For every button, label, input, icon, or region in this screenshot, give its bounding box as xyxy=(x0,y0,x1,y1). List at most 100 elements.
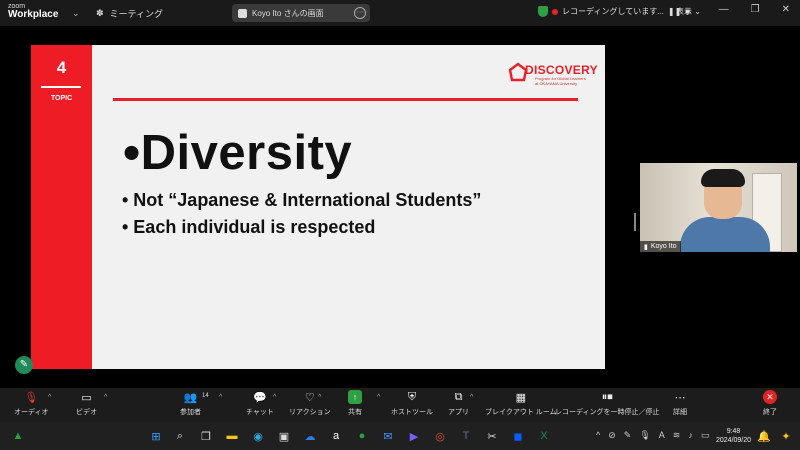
pen-icon[interactable]: ✎ xyxy=(624,430,632,441)
shared-screen-label: Koyo Ito さんの画面 xyxy=(252,8,324,18)
recording-control-button[interactable]: ⏸⏹ レコーディングを一時停止／停止 xyxy=(555,390,660,417)
store-icon[interactable]: ▣ xyxy=(276,428,292,444)
participants-caret-icon[interactable]: ^ xyxy=(219,394,222,401)
meeting-label: ミーティング xyxy=(109,9,164,19)
clock-date: 2024/09/20 xyxy=(716,437,752,444)
maximize-icon[interactable]: ❐ xyxy=(751,4,760,15)
share-screen-icon: ↑ xyxy=(348,390,362,404)
chat-button[interactable]: 💬 チャット xyxy=(246,390,274,417)
end-meeting-button[interactable]: ✕ 終了 xyxy=(763,390,777,417)
zoom-workplace-logo: zoom Workplace xyxy=(8,3,58,20)
more-options-icon[interactable]: ··· xyxy=(354,7,366,19)
end-x-icon: ✕ xyxy=(763,390,777,404)
share-caret-icon[interactable]: ^ xyxy=(377,394,380,401)
audio-caret-icon[interactable]: ^ xyxy=(48,394,51,401)
pause-stop-icon: ⏸⏹ xyxy=(601,390,613,403)
share-label: 共有 xyxy=(348,409,362,416)
chrome-icon[interactable]: ◎ xyxy=(432,428,448,444)
panel-resize-handle[interactable] xyxy=(634,213,636,231)
logo-title: DISCOVERY xyxy=(525,63,598,77)
ime-indicator[interactable]: A xyxy=(659,430,665,441)
breakout-grid-icon: ▦ xyxy=(515,391,526,404)
video-caret-icon[interactable]: ^ xyxy=(104,394,107,401)
start-icon[interactable]: ⊞ xyxy=(148,428,164,444)
zoom-taskbar-icon[interactable]: ◼ xyxy=(510,428,526,444)
topic-label: TOPIC xyxy=(50,95,73,102)
bullet-1: • Not “Japanese & International Students… xyxy=(122,190,482,210)
snipping-tool-icon[interactable]: ✂ xyxy=(484,428,500,444)
reaction-button[interactable]: ♡ リアクション xyxy=(289,390,331,417)
chat-caret-icon[interactable]: ^ xyxy=(273,394,276,401)
participants-button[interactable]: 👥 参加者 xyxy=(180,390,201,417)
excel-icon[interactable]: X xyxy=(536,428,552,444)
stocks-widget-icon[interactable]: ▲ xyxy=(10,428,26,444)
security-shield-icon[interactable] xyxy=(538,6,548,17)
mic-icon[interactable]: 🎙 xyxy=(639,430,650,441)
wifi-icon[interactable]: ≋ xyxy=(673,430,681,441)
shield-icon: ⛨ xyxy=(407,390,417,403)
file-explorer-icon[interactable]: ▬ xyxy=(224,428,240,444)
mail-icon[interactable]: ✉ xyxy=(380,428,396,444)
search-icon[interactable]: ⌕ xyxy=(172,428,188,444)
volume-icon[interactable]: ♪ xyxy=(688,430,693,441)
apps-button[interactable]: ⧉ アプリ xyxy=(448,390,469,417)
task-view-icon[interactable]: ❐ xyxy=(198,428,214,444)
battery-icon[interactable]: ▭ xyxy=(701,430,710,441)
camera-off-icon[interactable]: ⊘ xyxy=(608,430,616,441)
clock[interactable]: 9:48 2024/09/20 xyxy=(716,427,751,445)
view-button[interactable]: 表示 ⌄ xyxy=(676,6,701,17)
title-bar: zoom Workplace ⌄ ✽ ミーティング Koyo Ito さんの画面… xyxy=(0,0,800,26)
participant-hair xyxy=(701,169,745,187)
brand-line2: Workplace xyxy=(8,9,59,20)
os-taskbar: ▲ ⊞ ⌕ ❐ ▬ ◉ ▣ ☁ a ● ✉ ▶ ◎ T ✂ ◼ X ^ ⊘ ✎ … xyxy=(0,422,800,450)
app-menu-chevron-icon[interactable]: ⌄ xyxy=(72,8,80,19)
amazon-icon[interactable]: a xyxy=(328,428,344,444)
chevron-down-icon: ⌄ xyxy=(694,7,701,16)
bullet-2: • Each individual is respected xyxy=(122,217,376,237)
system-tray: ^ ⊘ ✎ 🎙 A ≋ ♪ ▭ xyxy=(596,430,709,441)
video-button[interactable]: ▭ ビデオ xyxy=(76,390,97,417)
paw-icon: ✽ xyxy=(96,8,104,18)
reaction-caret-icon[interactable]: ^ xyxy=(318,394,321,401)
edge-icon[interactable]: ◉ xyxy=(250,428,266,444)
apps-caret-icon[interactable]: ^ xyxy=(470,394,473,401)
minimize-icon[interactable]: — xyxy=(719,4,729,15)
apps-icon: ⧉ xyxy=(454,390,463,403)
recording-label: レコーディングしています... xyxy=(562,7,664,16)
audio-button[interactable]: 🎙 オーディオ xyxy=(14,390,49,417)
topic-number: 4 xyxy=(56,58,67,77)
annotate-pencil-icon[interactable]: ✎ xyxy=(15,356,33,374)
share-button[interactable]: ↑ 共有 xyxy=(348,390,362,417)
tray-chevron-icon[interactable]: ^ xyxy=(596,430,600,441)
details-button[interactable]: ⋯ 詳細 xyxy=(673,390,687,417)
video-label: ビデオ xyxy=(76,409,97,416)
shared-screen-title[interactable]: Koyo Ito さんの画面 ··· xyxy=(232,4,370,22)
recording-dot-icon xyxy=(552,8,558,15)
breakout-rooms-button[interactable]: ▦ ブレイクアウト ルーム xyxy=(485,390,557,417)
discovery-logo: DISCOVERY Program for Global Learners at… xyxy=(507,59,598,89)
host-tools-label: ホストツール xyxy=(391,409,433,416)
close-window-icon[interactable]: ✕ xyxy=(782,4,790,15)
media-app-icon[interactable]: ▶ xyxy=(406,428,422,444)
participant-name: Koyo Ito xyxy=(650,243,677,250)
recording-indicator: レコーディングしています... ❚❚ ■ xyxy=(538,6,690,17)
window-controls: — ❐ ✕ xyxy=(719,4,790,15)
notification-bell-icon[interactable]: 🔔 xyxy=(756,428,772,444)
participant-video[interactable]: ▮ Koyo Ito xyxy=(640,163,797,252)
muted-mic-icon: 🎙 xyxy=(24,391,39,404)
host-tools-button[interactable]: ⛨ ホストツール xyxy=(391,390,433,417)
chat-app-icon[interactable]: ● xyxy=(354,428,370,444)
meeting-menu[interactable]: ✽ ミーティング xyxy=(96,7,163,20)
participants-count: 14 xyxy=(202,393,209,399)
end-label: 終了 xyxy=(763,409,777,416)
chat-label: チャット xyxy=(246,409,274,416)
view-label: 表示 xyxy=(676,7,692,16)
participants-label: 参加者 xyxy=(180,409,201,416)
copilot-icon[interactable]: ✦ xyxy=(778,428,794,444)
weather-app-icon[interactable]: ☁ xyxy=(302,428,318,444)
heart-icon: ♡ xyxy=(304,391,315,404)
slide-rule xyxy=(113,98,578,101)
chat-icon: 💬 xyxy=(253,391,267,404)
topic-sidebar xyxy=(31,45,92,369)
teams-icon[interactable]: T xyxy=(458,428,474,444)
